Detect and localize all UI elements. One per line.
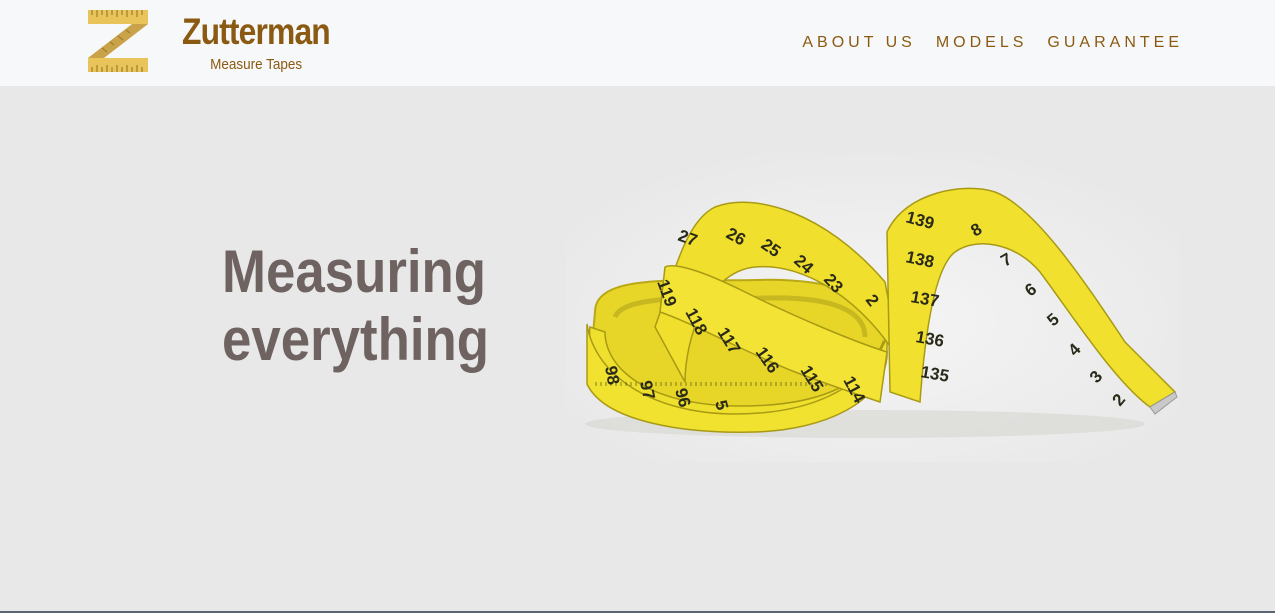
- hero-heading: Measuring everything: [222, 238, 489, 374]
- tape-number: 97: [636, 379, 659, 401]
- brand-home-link[interactable]: Zutterman Measure Tapes: [88, 10, 342, 73]
- measuring-tape-photo: 27 26 25 24 23 2 119 118 117 116 115 114…: [565, 152, 1180, 462]
- nav-about-us[interactable]: ABOUT US: [802, 34, 916, 52]
- main-nav: ABOUT US MODELS GUARANTEE: [802, 34, 1183, 52]
- hero-heading-line2: everything: [222, 306, 490, 373]
- nav-guarantee[interactable]: GUARANTEE: [1047, 34, 1183, 52]
- brand-tagline: Measure Tapes: [209, 56, 302, 73]
- ruler-z-logo-icon: [88, 10, 148, 72]
- tape-number: 98: [601, 364, 623, 386]
- navbar: Zutterman Measure Tapes ABOUT US MODELS …: [0, 0, 1275, 86]
- nav-models[interactable]: MODELS: [936, 34, 1028, 52]
- brand-text: Zutterman Measure Tapes: [170, 10, 342, 73]
- hero-heading-line1: Measuring: [222, 238, 487, 305]
- brand-name: Zutterman: [182, 11, 331, 52]
